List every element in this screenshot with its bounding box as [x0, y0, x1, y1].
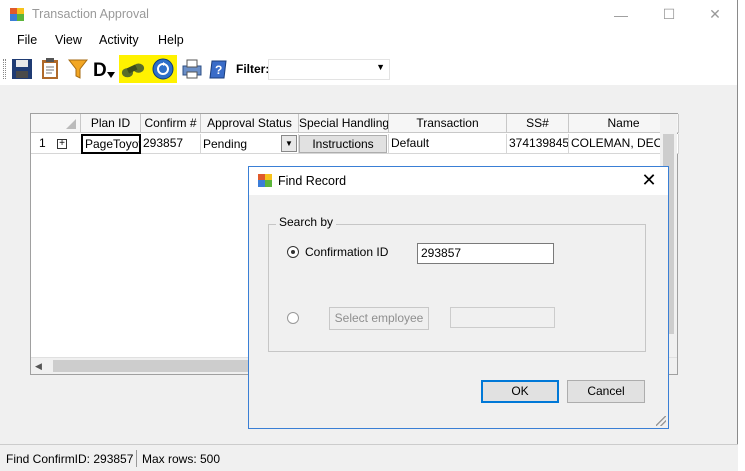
app-icon — [258, 174, 272, 187]
background-window-edge — [739, 0, 745, 471]
window-title: Transaction Approval — [32, 7, 149, 21]
menu-bar: File View Activity Help — [0, 29, 737, 53]
column-header-approval-status[interactable]: Approval Status — [201, 114, 299, 133]
status-find: Find ConfirmID: 293857 — [6, 452, 134, 466]
refresh-globe-icon[interactable] — [151, 57, 175, 81]
close-button[interactable]: ✕ — [692, 0, 738, 29]
select-all-icon[interactable] — [66, 119, 76, 129]
menu-view[interactable]: View — [55, 33, 82, 47]
minimize-button[interactable]: — — [598, 0, 644, 29]
title-bar: Transaction Approval — ☐ ✕ — [0, 0, 737, 29]
status-value: Pending — [203, 137, 248, 151]
cell-confirm[interactable]: 293857 — [141, 134, 201, 154]
filter-label: Filter: — [236, 62, 270, 76]
cell-approval-status[interactable]: Pending ▼ — [201, 134, 299, 154]
chevron-down-icon[interactable]: ▼ — [281, 135, 297, 152]
cell-plan-id[interactable]: PageToyota — [81, 134, 141, 154]
confirmation-id-label[interactable]: Confirmation ID — [305, 245, 388, 259]
filter-funnel-icon[interactable] — [66, 57, 90, 81]
column-header-special-handling[interactable]: Special Handling — [299, 114, 389, 133]
menu-help[interactable]: Help — [158, 33, 184, 47]
table-row[interactable]: 1 — [31, 134, 81, 154]
grid-corner-header — [31, 114, 81, 133]
status-bar: Find ConfirmID: 293857 Max rows: 500 — [0, 444, 738, 471]
employee-input[interactable] — [450, 307, 555, 328]
resize-grip-icon[interactable] — [656, 416, 666, 426]
clipboard-icon[interactable] — [38, 57, 62, 81]
status-max-rows: Max rows: 500 — [142, 452, 221, 466]
dialog-close-button[interactable]: ✕ — [638, 169, 660, 191]
row-number: 1 — [39, 136, 46, 150]
menu-file[interactable]: File — [17, 33, 37, 47]
cell-transaction[interactable]: Default — [389, 134, 507, 154]
svg-text:?: ? — [215, 63, 222, 77]
filter-combo[interactable]: ▼ — [268, 59, 390, 80]
confirmation-id-input[interactable]: 293857 — [417, 243, 554, 264]
menu-activity[interactable]: Activity — [99, 33, 139, 47]
cancel-button[interactable]: Cancel — [567, 380, 645, 403]
app-icon — [10, 8, 24, 21]
print-icon[interactable] — [180, 57, 204, 81]
column-header-transaction[interactable]: Transaction — [389, 114, 507, 133]
column-header-ss[interactable]: SS# — [507, 114, 569, 133]
column-header-confirm[interactable]: Confirm # — [141, 114, 201, 133]
expand-row-icon[interactable]: + — [57, 139, 67, 149]
help-book-icon[interactable]: ? — [207, 57, 231, 81]
confirmation-id-radio[interactable] — [287, 246, 299, 258]
status-divider — [136, 450, 137, 467]
letter-d-icon[interactable]: D — [92, 57, 116, 81]
maximize-button[interactable]: ☐ — [646, 0, 692, 29]
ok-button[interactable]: OK — [481, 380, 559, 403]
scroll-left-icon[interactable]: ◀ — [35, 361, 42, 372]
chevron-down-icon[interactable]: ▼ — [376, 62, 385, 72]
svg-text:D: D — [93, 60, 107, 80]
group-label: Search by — [276, 215, 337, 229]
toolbar-grip — [3, 59, 6, 79]
cell-ss[interactable]: 374139845 — [507, 134, 569, 154]
select-employee-button[interactable]: Select employee — [329, 307, 429, 330]
save-icon[interactable] — [10, 57, 34, 81]
dialog-title-bar: Find Record ✕ — [249, 167, 668, 195]
binoculars-icon[interactable] — [121, 57, 145, 81]
instructions-button[interactable]: Instructions — [299, 135, 387, 153]
select-employee-radio[interactable] — [287, 312, 299, 324]
column-header-plan-id[interactable]: Plan ID — [81, 114, 141, 133]
toolbar: D ? Filter: ▼ — [0, 53, 737, 85]
find-record-dialog: Find Record ✕ Search by Confirmation ID … — [248, 166, 669, 429]
dialog-title: Find Record — [278, 174, 347, 188]
